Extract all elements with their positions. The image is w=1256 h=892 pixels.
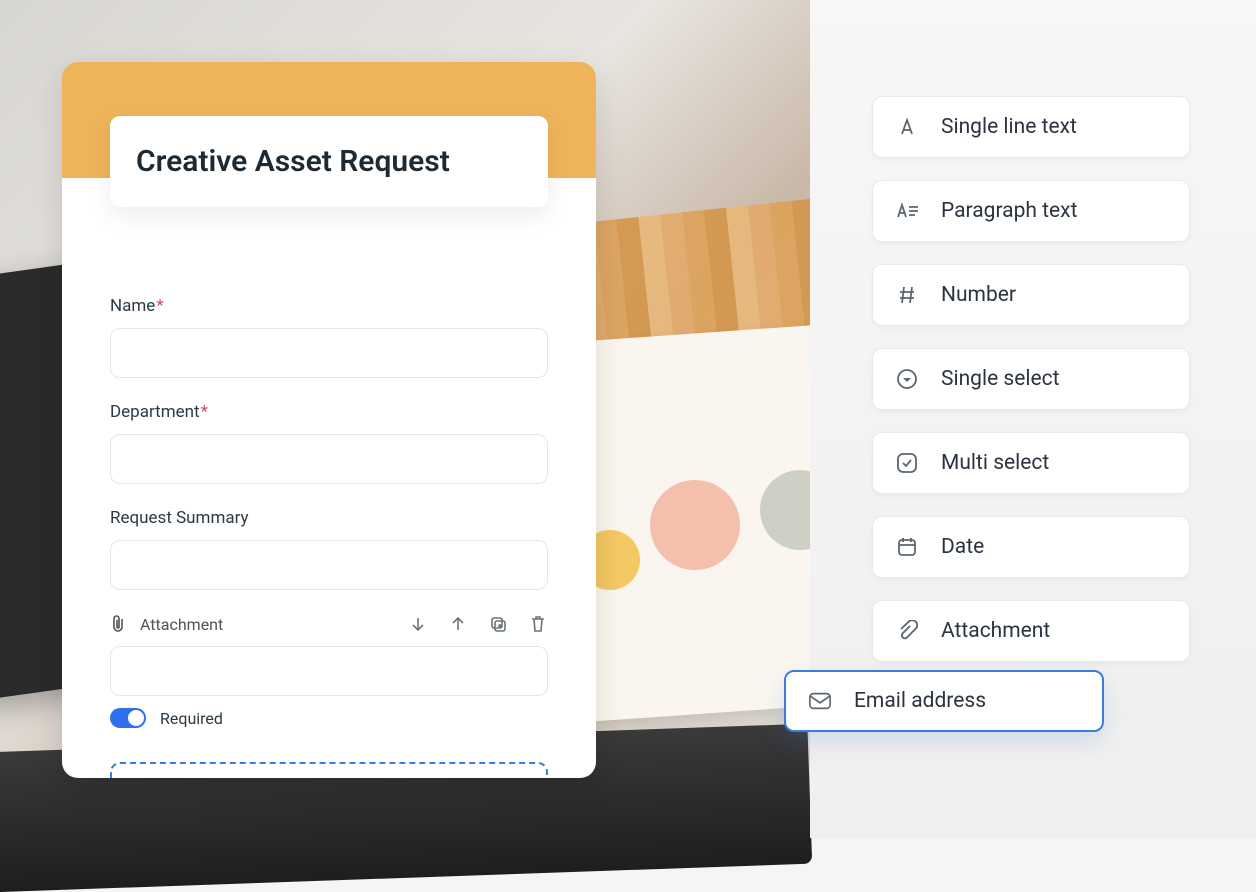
field-type-single-select[interactable]: Single select bbox=[872, 348, 1190, 410]
field-summary: Request Summary bbox=[110, 508, 548, 590]
form-title-card[interactable]: Creative Asset Request bbox=[110, 116, 548, 207]
field-type-multi-select[interactable]: Multi select bbox=[872, 432, 1190, 494]
move-down-button[interactable] bbox=[408, 614, 428, 634]
required-star-icon: * bbox=[156, 296, 163, 316]
duplicate-button[interactable] bbox=[488, 614, 508, 634]
field-type-label: Single select bbox=[941, 367, 1060, 391]
field-drop-zone[interactable] bbox=[110, 762, 548, 778]
delete-button[interactable] bbox=[528, 614, 548, 634]
field-name: Name* bbox=[110, 296, 548, 378]
hash-icon bbox=[895, 283, 919, 307]
move-up-button[interactable] bbox=[448, 614, 468, 634]
field-type-email-address-dragging[interactable]: Email address bbox=[784, 670, 1104, 732]
form-title: Creative Asset Request bbox=[136, 144, 522, 179]
summary-input[interactable] bbox=[110, 540, 548, 590]
field-type-attachment[interactable]: Attachment bbox=[872, 600, 1190, 662]
decorative-circle bbox=[650, 480, 740, 570]
form-body: Name* Department* Request Summary Attach… bbox=[62, 178, 596, 778]
field-type-label: Attachment bbox=[941, 619, 1050, 643]
field-type-label: Multi select bbox=[941, 451, 1049, 475]
field-department: Department* bbox=[110, 402, 548, 484]
attachment-icon bbox=[895, 619, 919, 643]
required-row: Required bbox=[110, 708, 548, 728]
required-star-icon: * bbox=[201, 402, 208, 422]
field-type-palette: Single line text Paragraph text Number S… bbox=[872, 96, 1190, 662]
calendar-icon bbox=[895, 535, 919, 559]
department-input[interactable] bbox=[110, 434, 548, 484]
field-type-single-line-text[interactable]: Single line text bbox=[872, 96, 1190, 158]
field-type-label: Number bbox=[941, 283, 1016, 307]
field-label-name: Name* bbox=[110, 296, 548, 316]
field-type-label: Paragraph text bbox=[941, 199, 1077, 223]
text-icon bbox=[895, 115, 919, 139]
paragraph-icon bbox=[895, 199, 919, 223]
field-type-paragraph-text[interactable]: Paragraph text bbox=[872, 180, 1190, 242]
multi-select-icon bbox=[895, 451, 919, 475]
email-icon bbox=[808, 689, 832, 713]
attachment-field-header: Attachment bbox=[110, 614, 548, 634]
attachment-icon bbox=[110, 614, 130, 634]
field-label-summary: Request Summary bbox=[110, 508, 548, 528]
required-toggle[interactable] bbox=[110, 708, 146, 728]
field-type-label: Date bbox=[941, 535, 984, 559]
form-builder-card: Creative Asset Request Name* Department*… bbox=[62, 62, 596, 778]
name-input[interactable] bbox=[110, 328, 548, 378]
field-type-label: Single line text bbox=[941, 115, 1077, 139]
attachment-input[interactable] bbox=[110, 646, 548, 696]
field-label-department: Department* bbox=[110, 402, 548, 422]
field-type-number[interactable]: Number bbox=[872, 264, 1190, 326]
field-type-date[interactable]: Date bbox=[872, 516, 1190, 578]
required-toggle-label: Required bbox=[160, 709, 223, 728]
field-label-text: Department bbox=[110, 402, 200, 422]
single-select-icon bbox=[895, 367, 919, 391]
field-type-label: Email address bbox=[854, 689, 986, 713]
attachment-label: Attachment bbox=[140, 615, 223, 634]
field-label-text: Name bbox=[110, 296, 155, 316]
